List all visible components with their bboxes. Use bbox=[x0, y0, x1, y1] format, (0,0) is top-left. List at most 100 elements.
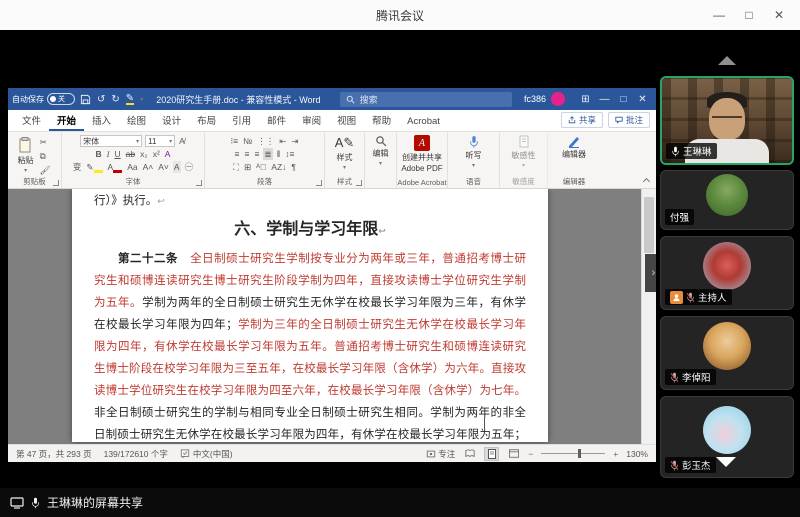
multilevel-list-icon[interactable]: ⋮⋮ bbox=[256, 135, 275, 147]
subscript-icon[interactable]: x₂ bbox=[139, 148, 149, 160]
participant-tile-李倬阳[interactable]: 李倬阳 bbox=[660, 316, 794, 390]
strikethrough-icon[interactable]: ab bbox=[125, 148, 136, 160]
qat-dropdown-icon[interactable]: ▾ bbox=[140, 96, 143, 103]
format-painter-icon[interactable]: 🖌 bbox=[39, 164, 52, 176]
sort-icon[interactable]: AZ↓ bbox=[270, 161, 287, 173]
word-count[interactable]: 139/172610 个字 bbox=[104, 448, 168, 460]
scroll-up-icon[interactable] bbox=[718, 56, 736, 65]
highlight-color-icon[interactable]: ✎ bbox=[85, 161, 103, 173]
align-right-icon[interactable]: ≡ bbox=[253, 148, 260, 160]
collapse-ribbon-icon[interactable] bbox=[643, 177, 650, 184]
clipboard-dialog-launcher-icon[interactable] bbox=[53, 180, 59, 186]
account-avatar[interactable] bbox=[551, 92, 565, 106]
bullets-icon[interactable]: ⁝≡ bbox=[229, 135, 239, 147]
participant-tile-主持人[interactable]: 主持人 bbox=[660, 236, 794, 310]
page-info[interactable]: 第 47 页，共 293 页 bbox=[16, 448, 92, 460]
zoom-slider[interactable] bbox=[541, 453, 605, 454]
focus-mode-button[interactable]: 专注 bbox=[426, 448, 455, 460]
font-size-combo[interactable]: 11▾ bbox=[145, 135, 175, 147]
italic-icon[interactable]: I bbox=[106, 148, 111, 160]
tab-Acrobat[interactable]: Acrobat bbox=[399, 113, 448, 131]
borders-icon[interactable]: ⊞ bbox=[243, 161, 252, 173]
paste-dropdown-icon[interactable]: ▾ bbox=[24, 167, 27, 174]
font-color-icon[interactable]: A bbox=[107, 161, 124, 173]
zoom-slider-thumb[interactable] bbox=[578, 449, 581, 458]
increase-indent-icon[interactable]: ⇥ bbox=[290, 135, 299, 147]
zoom-level[interactable]: 130% bbox=[626, 449, 648, 459]
superscript-icon[interactable]: x² bbox=[152, 148, 161, 160]
character-shading-icon[interactable]: A bbox=[173, 161, 181, 173]
underline-icon[interactable]: U bbox=[114, 148, 122, 160]
document-area[interactable]: 行）》执行。↩六、学制与学习年限↩第二十二条 全日制硕士研究生学制按专业分为两年… bbox=[8, 189, 656, 444]
justify-icon[interactable]: ≣ bbox=[263, 148, 272, 160]
show-marks-icon[interactable]: ¶ bbox=[290, 161, 297, 173]
tab-文件[interactable]: 文件 bbox=[14, 110, 49, 131]
account-area[interactable]: fc386 bbox=[524, 92, 565, 106]
cut-icon[interactable]: ✂ bbox=[39, 136, 52, 148]
paragraph-dialog-launcher-icon[interactable] bbox=[316, 180, 322, 186]
tab-插入[interactable]: 插入 bbox=[84, 110, 119, 131]
sensitivity-button[interactable]: 敏感性 ▾ bbox=[512, 135, 536, 169]
bold-icon[interactable]: B bbox=[95, 148, 103, 160]
tab-视图[interactable]: 视图 bbox=[329, 110, 364, 131]
ribbon-display-options-icon[interactable]: ⊞ bbox=[576, 94, 595, 105]
tab-邮件[interactable]: 邮件 bbox=[259, 110, 294, 131]
tab-绘图[interactable]: 绘图 bbox=[119, 110, 154, 131]
close-icon[interactable]: ✕ bbox=[764, 8, 794, 22]
scroll-down-icon[interactable] bbox=[716, 457, 736, 467]
print-layout-icon[interactable] bbox=[484, 447, 499, 461]
shading-icon[interactable]: ⛶ bbox=[232, 161, 240, 173]
zoom-in-icon[interactable]: + bbox=[613, 449, 618, 459]
font-dialog-launcher-icon[interactable] bbox=[196, 180, 202, 186]
participant-tile-王琳琳[interactable]: 王琳琳 bbox=[660, 76, 794, 165]
minimize-icon[interactable]: — bbox=[704, 8, 734, 22]
line-spacing-icon[interactable]: ↕≡ bbox=[284, 148, 295, 160]
dictate-button[interactable]: 听写 ▾ bbox=[466, 135, 482, 169]
distribute-icon[interactable]: ⦀ bbox=[276, 148, 282, 160]
document-page[interactable]: 行）》执行。↩六、学制与学习年限↩第二十二条 全日制硕士研究生学制按专业分为两年… bbox=[72, 189, 548, 442]
comments-button[interactable]: 批注 bbox=[608, 112, 650, 128]
undo-icon[interactable]: ↺ bbox=[97, 94, 105, 105]
tab-开始[interactable]: 开始 bbox=[49, 110, 84, 131]
asian-layout-icon[interactable]: ᴬ゙ bbox=[255, 161, 267, 173]
shrink-font-icon[interactable]: A˅ bbox=[157, 161, 170, 173]
font-name-combo[interactable]: 宋体▾ bbox=[80, 135, 142, 147]
change-case-icon[interactable]: Aa bbox=[126, 161, 138, 173]
share-button[interactable]: 共享 bbox=[561, 112, 603, 128]
redo-icon[interactable]: ↻ bbox=[111, 94, 119, 105]
copy-icon[interactable]: ⧉ bbox=[39, 150, 52, 162]
phonetic-guide-icon[interactable]: 变 bbox=[72, 161, 83, 173]
tab-引用[interactable]: 引用 bbox=[224, 110, 259, 131]
autosave-toggle[interactable]: 自动保存 关 bbox=[12, 93, 75, 105]
web-layout-icon[interactable] bbox=[507, 448, 520, 460]
decrease-indent-icon[interactable]: ⇤ bbox=[278, 135, 287, 147]
tab-布局[interactable]: 布局 bbox=[189, 110, 224, 131]
word-close-icon[interactable]: ✕ bbox=[633, 94, 652, 105]
numbering-icon[interactable]: № bbox=[242, 135, 253, 147]
paste-button[interactable]: 粘贴 ▾ bbox=[18, 137, 34, 174]
align-left-icon[interactable]: ≡ bbox=[234, 148, 241, 160]
grow-font-icon[interactable]: A˄ bbox=[142, 161, 155, 173]
participant-tile-付强[interactable]: 付强 bbox=[660, 170, 794, 230]
maximize-icon[interactable]: □ bbox=[734, 8, 764, 22]
word-maximize-icon[interactable]: □ bbox=[614, 94, 633, 105]
tab-设计[interactable]: 设计 bbox=[154, 110, 189, 131]
clear-formatting-icon[interactable]: A̸ bbox=[178, 135, 186, 147]
enclose-characters-icon[interactable]: ㊀ bbox=[184, 161, 195, 173]
editor-button[interactable]: 编辑器 bbox=[562, 135, 586, 160]
save-icon[interactable] bbox=[80, 94, 91, 105]
word-minimize-icon[interactable]: — bbox=[595, 94, 614, 105]
tab-帮助[interactable]: 帮助 bbox=[364, 110, 399, 131]
scrollbar-thumb[interactable] bbox=[644, 197, 654, 253]
styles-button[interactable]: A✎ 样式 ▾ bbox=[335, 135, 355, 171]
text-effects-icon[interactable]: A bbox=[164, 148, 172, 160]
tab-审阅[interactable]: 审阅 bbox=[294, 110, 329, 131]
pen-icon[interactable]: ✎ bbox=[126, 94, 134, 105]
editing-button[interactable]: 编辑 ▾ bbox=[373, 135, 389, 167]
styles-dialog-launcher-icon[interactable] bbox=[356, 180, 362, 186]
language-status[interactable]: 中文(中国) bbox=[180, 448, 233, 460]
align-center-icon[interactable]: ≡ bbox=[243, 148, 250, 160]
document-scrollbar[interactable] bbox=[641, 189, 656, 444]
autosave-switch[interactable]: 关 bbox=[47, 93, 75, 105]
create-pdf-button[interactable]: A 创建并共享 Adobe PDF bbox=[401, 135, 442, 173]
